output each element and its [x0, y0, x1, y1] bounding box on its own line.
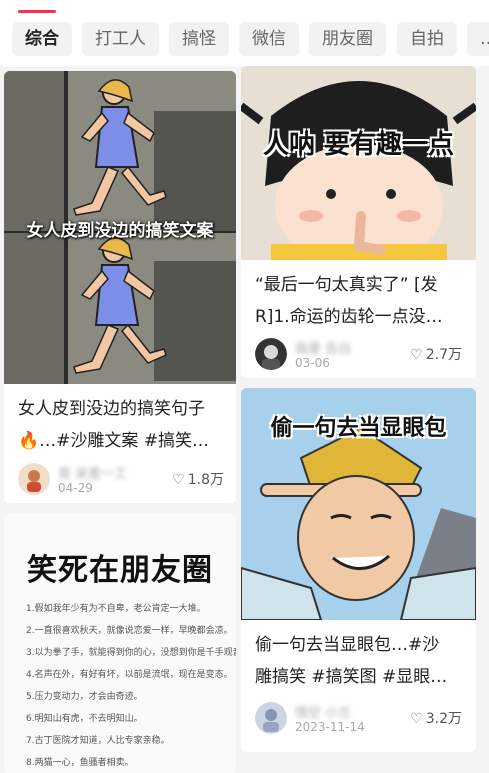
note-title-line1: “最后一句太真实了” [发 — [255, 275, 438, 295]
poster-line: 2.一直很喜欢秋天，就像说恋爱一样，早晚都会凉。 — [26, 626, 233, 636]
author-name[interactable]: 悟空 小兰 — [295, 702, 351, 721]
note-meta: 我是 告白 03-06 ♡ 2.7万 — [255, 338, 462, 372]
poster-line: 5.压力变动力，才会由奇迹。 — [26, 692, 143, 702]
note-card[interactable]: 笑死在朋友圈 1.假如我年少有为不自卑，老公肯定一大堆。 2.一直很喜欢秋天，就… — [4, 513, 236, 773]
post-date: 2023-11-14 — [295, 720, 365, 734]
note-cover-image[interactable]: 女人皮到没边的搞笑文案 — [4, 71, 236, 384]
poster-line: 7.古丁医院才知道，人比专家亲稳。 — [26, 736, 170, 746]
note-title-line1: 女人皮到没边的搞笑句子 — [18, 399, 205, 419]
note-card[interactable]: 偷一句去当显眼包 偷一句去当显眼包…#沙 雕搞笑 #搞笑图 #显眼… 悟空 小兰… — [241, 388, 476, 752]
like-count-value: 2.7万 — [425, 347, 462, 363]
tab-weixin[interactable]: 微信 — [239, 22, 299, 56]
like-count[interactable]: ♡ 2.7万 — [410, 344, 462, 364]
author-avatar[interactable] — [255, 702, 287, 734]
like-count[interactable]: ♡ 1.8万 — [172, 469, 224, 489]
poster-heading: 笑死在朋友圈 — [27, 553, 213, 588]
like-count-value: 1.8万 — [187, 472, 224, 488]
tab-pengyouquan[interactable]: 朋友圈 — [309, 22, 386, 56]
heart-outline-icon[interactable]: ♡ — [410, 711, 423, 727]
note-cover-image[interactable]: 人呐 要有趣一点 — [241, 66, 476, 260]
author-name[interactable]: 易 呆是一工 — [58, 463, 127, 482]
like-count[interactable]: ♡ 3.2万 — [410, 708, 462, 728]
post-date: 04-29 — [58, 481, 93, 495]
note-title-line1: 偷一句去当显眼包…#沙 — [255, 635, 440, 655]
tab-dagongren[interactable]: 打工人 — [82, 22, 159, 56]
heart-outline-icon[interactable]: ♡ — [410, 347, 423, 363]
tab-zipai[interactable]: 自拍 — [397, 22, 457, 56]
post-date: 03-06 — [295, 356, 330, 370]
note-card[interactable]: 人呐 要有趣一点 “最后一句太真实了” [发 R]1.命运的齿轮一点没… 我是 … — [241, 66, 476, 378]
poster-line: 3.以为拳了手，就能得到你的心，没想到你是千手观音。 — [26, 648, 236, 658]
poster-line: 4.名声在外，有好有坏，以前是流氓，现在是变态。 — [26, 670, 233, 680]
poster-line: 6.明知山有虎，不去明知山。 — [26, 714, 143, 724]
tab-more[interactable]: … — [467, 22, 489, 56]
note-title-line2: R]1.命运的齿轮一点没… — [255, 307, 443, 327]
active-tab-indicator — [18, 10, 56, 13]
poster-line: 1.假如我年少有为不自卑，老公肯定一大堆。 — [26, 604, 206, 614]
note-title-line2: 雕搞笑 #搞笑图 #显眼… — [255, 667, 448, 687]
cover-caption: 人呐 要有趣一点 — [262, 130, 455, 160]
tab-gaoguai[interactable]: 搞怪 — [169, 22, 229, 56]
cover-caption: 女人皮到没边的搞笑文案 — [26, 221, 214, 241]
heart-outline-icon[interactable]: ♡ — [172, 472, 185, 488]
note-cover-image[interactable]: 笑死在朋友圈 1.假如我年少有为不自卑，老公肯定一大堆。 2.一直很喜欢秋天，就… — [4, 513, 236, 773]
cartoon-face-illustration — [241, 66, 476, 260]
author-avatar[interactable] — [255, 338, 287, 370]
note-cover-image[interactable]: 偷一句去当显眼包 — [241, 388, 476, 620]
cover-caption: 偷一句去当显眼包 — [270, 416, 447, 441]
category-tab-bar: 综合 打工人 搞怪 微信 朋友圈 自拍 … — [0, 0, 489, 66]
author-avatar[interactable] — [18, 463, 50, 495]
like-count-value: 3.2万 — [425, 711, 462, 727]
author-name[interactable]: 我是 告白 — [295, 338, 351, 357]
note-title-line2: 🔥…#沙雕文案 #搞笑… — [18, 431, 210, 451]
note-card[interactable]: 女人皮到没边的搞笑文案 女人皮到没边的搞笑句子 🔥…#沙雕文案 #搞笑… 易 呆… — [4, 71, 236, 503]
note-meta: 悟空 小兰 2023-11-14 ♡ 3.2万 — [255, 702, 462, 736]
tab-zonghe[interactable]: 综合 — [12, 22, 72, 56]
note-meta: 易 呆是一工 04-29 ♡ 1.8万 — [18, 463, 224, 497]
